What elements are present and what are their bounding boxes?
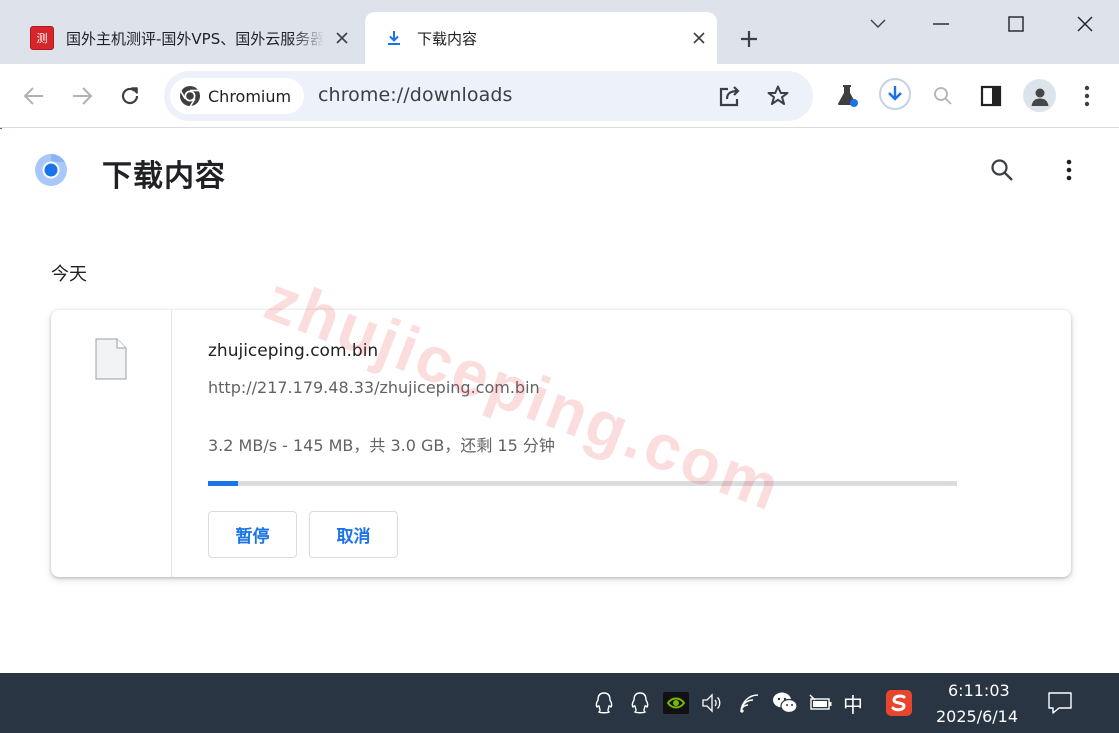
chevron-down-icon	[870, 19, 886, 28]
wechat-icon[interactable]	[771, 689, 799, 717]
forward-button[interactable]	[66, 80, 98, 112]
labs-flask-icon	[838, 85, 858, 107]
download-icon	[385, 29, 403, 47]
download-item-card: zhujiceping.com.bin http://217.179.48.33…	[51, 310, 1071, 577]
maximize-icon	[1008, 16, 1024, 32]
tab-search-button[interactable]	[862, 8, 894, 40]
close-icon	[1077, 16, 1093, 32]
kebab-menu-icon	[1084, 85, 1090, 107]
download-indicator-button[interactable]	[879, 78, 911, 110]
back-button[interactable]	[18, 80, 50, 112]
plus-icon	[741, 31, 757, 47]
close-window-button[interactable]	[1069, 8, 1101, 40]
page-menu-button[interactable]	[1053, 154, 1085, 186]
minimize-button[interactable]	[925, 8, 957, 40]
tab-close-icon[interactable]	[330, 26, 354, 50]
search-icon	[934, 87, 952, 105]
side-panel-button[interactable]	[975, 80, 1007, 112]
labs-button[interactable]	[831, 80, 863, 112]
wifi-icon[interactable]	[736, 689, 764, 717]
download-progress-bar	[208, 481, 957, 486]
security-chip[interactable]: Chromium	[170, 78, 305, 114]
file-icon-column	[51, 310, 172, 577]
download-indicator-icon	[888, 86, 902, 101]
pause-button[interactable]: 暂停	[208, 511, 297, 558]
qq-icon[interactable]	[590, 689, 618, 717]
sogou-input-icon[interactable]	[885, 689, 913, 717]
reload-button[interactable]	[114, 80, 146, 112]
ime-mode-indicator[interactable]: 中	[843, 689, 863, 718]
search-icon	[991, 159, 1013, 181]
nvidia-icon[interactable]	[662, 689, 690, 717]
chrome-menu-button[interactable]	[1071, 80, 1103, 112]
clock-time[interactable]: 6:11:03	[948, 681, 1010, 700]
zoom-search-button[interactable]	[927, 80, 959, 112]
tab-downloads[interactable]: 下载内容	[365, 12, 717, 64]
notification-icon[interactable]	[1046, 689, 1074, 717]
tab-strip: 测 国外主机测评-国外VPS、国外云服务器 下载内容	[0, 0, 1119, 64]
tab-close-icon[interactable]	[687, 26, 711, 50]
file-name[interactable]: zhujiceping.com.bin	[208, 341, 378, 361]
tab-title: 下载内容	[417, 29, 478, 48]
site-logo-icon: 测	[30, 26, 54, 50]
share-button[interactable]	[714, 80, 746, 112]
search-downloads-button[interactable]	[986, 154, 1018, 186]
taskbar: 中 6:11:03 2025/6/14	[0, 673, 1119, 733]
minimize-icon	[933, 23, 949, 25]
cancel-button[interactable]: 取消	[309, 511, 398, 558]
download-progress-fill	[208, 481, 238, 486]
chromium-logo-icon	[34, 153, 68, 191]
maximize-button[interactable]	[1000, 8, 1032, 40]
toolbar: Chromium chrome://downloads	[0, 64, 1119, 128]
chip-label: Chromium	[208, 86, 292, 106]
download-status: 3.2 MB/s - 145 MB，共 3.0 GB，还剩 15 分钟	[208, 436, 555, 455]
kebab-menu-icon	[1066, 159, 1072, 181]
tab-zhujiceping[interactable]: 测 国外主机测评-国外VPS、国外云服务器	[14, 12, 360, 64]
file-icon	[95, 338, 127, 384]
reload-icon	[121, 87, 139, 105]
back-icon	[23, 87, 43, 105]
clock-date[interactable]: 2025/6/14	[936, 707, 1018, 726]
bookmark-button[interactable]	[762, 80, 794, 112]
new-tab-button[interactable]	[733, 23, 765, 55]
tab-title: 国外主机测评-国外VPS、国外云服务器	[66, 29, 324, 48]
chromium-logo-icon	[179, 86, 200, 107]
star-icon	[767, 85, 789, 105]
profile-avatar-icon	[1031, 88, 1048, 106]
forward-icon	[73, 87, 93, 105]
downloads-page: 下载内容 今天 zhujiceping.com.bin http://217.1…	[0, 129, 1119, 673]
page-title: 下载内容	[102, 159, 226, 194]
url-text[interactable]: chrome://downloads	[318, 84, 512, 106]
battery-plug-icon[interactable]	[807, 689, 835, 717]
side-panel-icon	[980, 85, 1002, 107]
qq-icon[interactable]	[626, 689, 654, 717]
date-section-header: 今天	[51, 264, 87, 285]
volume-icon[interactable]	[698, 689, 726, 717]
file-source-url[interactable]: http://217.179.48.33/zhujiceping.com.bin	[208, 378, 540, 397]
profile-button[interactable]	[1023, 79, 1056, 112]
share-icon	[719, 86, 740, 107]
omnibox[interactable]: Chromium chrome://downloads	[164, 71, 813, 121]
